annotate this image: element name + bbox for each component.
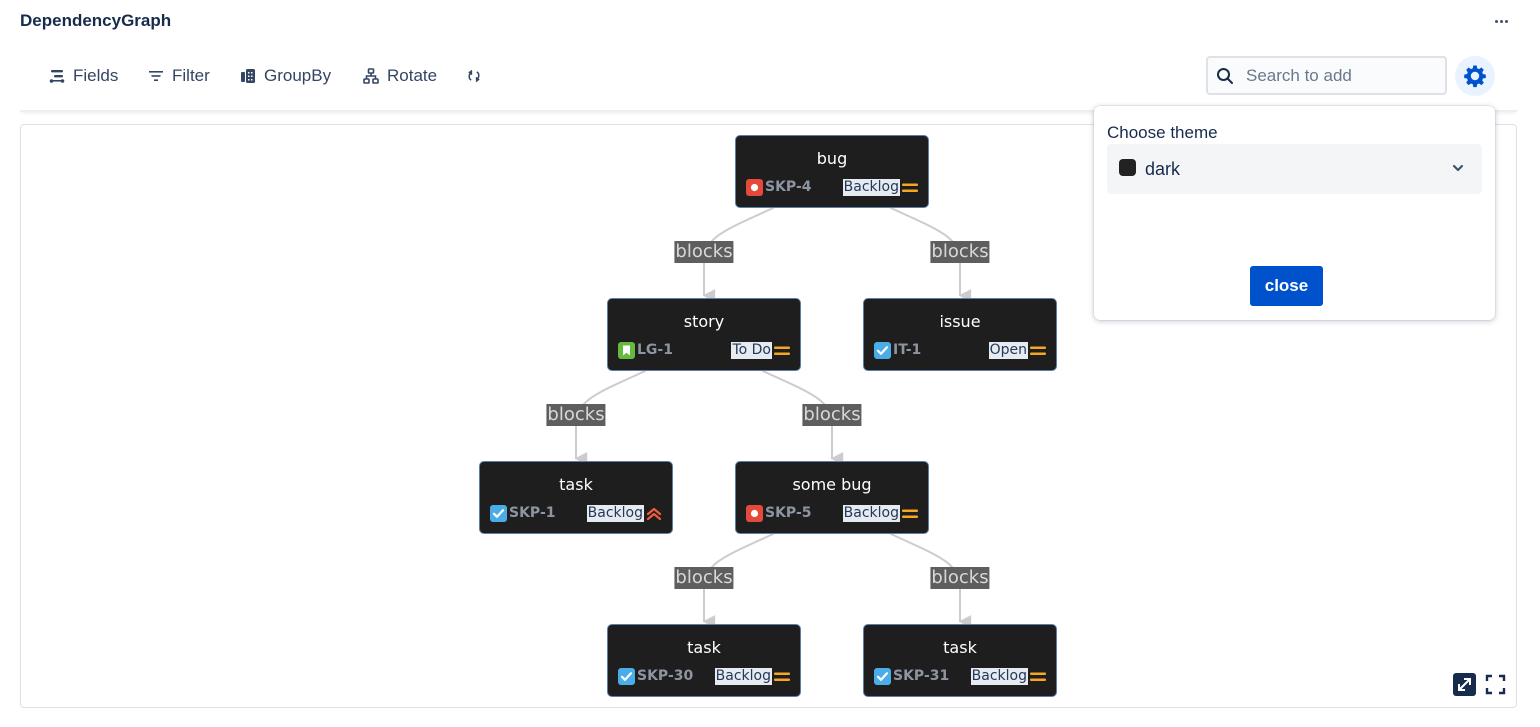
node-key[interactable]: SKP-4 xyxy=(765,179,812,196)
refresh-icon xyxy=(468,69,480,83)
theme-swatch xyxy=(1119,159,1136,176)
fit-to-screen-icon xyxy=(1458,678,1471,691)
edge-label: blocks xyxy=(930,567,990,589)
groupby-button[interactable]: GroupBy xyxy=(240,62,331,90)
graph-node[interactable]: issue IT-1 Open xyxy=(863,297,1057,371)
node-title: bug xyxy=(816,148,848,168)
fields-button[interactable]: Fields xyxy=(49,62,118,90)
more-options-button[interactable] xyxy=(1488,10,1514,32)
settings-button[interactable] xyxy=(1455,56,1495,96)
node-title: task xyxy=(687,637,721,657)
task-type-icon xyxy=(874,341,891,359)
graph-node[interactable]: some bug SKP-5 Backlog xyxy=(735,460,929,534)
node-title: task xyxy=(559,474,593,494)
graph-node[interactable]: story LG-1 To Do xyxy=(607,297,801,371)
theme-popup: Choose theme dark close xyxy=(1094,106,1495,320)
fields-icon xyxy=(49,70,65,83)
priority-high-icon xyxy=(646,506,662,521)
task-type-icon xyxy=(490,504,507,522)
edge-label: blocks xyxy=(930,241,990,263)
task-type-icon xyxy=(618,667,635,685)
dot xyxy=(1504,19,1508,23)
node-status: Backlog xyxy=(586,504,644,522)
node-status: Backlog xyxy=(970,667,1028,685)
graph-node[interactable]: task SKP-1 Backlog xyxy=(479,460,673,534)
filter-icon xyxy=(149,71,163,81)
groupby-label: GroupBy xyxy=(264,66,332,85)
theme-select[interactable]: dark xyxy=(1107,144,1482,194)
node-title: story xyxy=(683,311,725,331)
node-key[interactable]: SKP-31 xyxy=(893,668,949,685)
close-button[interactable]: close xyxy=(1250,266,1323,306)
hierarchy-icon xyxy=(363,68,379,84)
refresh-button[interactable] xyxy=(466,62,482,90)
node-title: issue xyxy=(939,311,981,331)
fit-to-screen-button[interactable] xyxy=(1453,673,1476,696)
filter-button[interactable]: Filter xyxy=(148,62,210,90)
node-status: Backlog xyxy=(714,667,772,685)
fullscreen-button[interactable] xyxy=(1484,673,1507,696)
graph-node[interactable]: task SKP-30 Backlog xyxy=(607,623,801,697)
node-key[interactable]: SKP-1 xyxy=(509,505,556,522)
edge-label: blocks xyxy=(546,404,606,426)
gear-icon xyxy=(1464,65,1486,88)
rotate-button[interactable]: Rotate xyxy=(363,62,437,90)
node-key[interactable]: IT-1 xyxy=(893,342,921,359)
priority-medium-icon xyxy=(902,506,918,521)
node-status: Backlog xyxy=(842,178,900,196)
theme-label: Choose theme xyxy=(1107,123,1218,142)
node-status: To Do xyxy=(731,341,772,359)
fields-label: Fields xyxy=(73,66,119,85)
node-status: Backlog xyxy=(842,504,900,522)
edge-label: blocks xyxy=(802,404,862,426)
dot xyxy=(1499,19,1503,23)
node-key[interactable]: LG-1 xyxy=(637,342,673,359)
node-title: task xyxy=(943,637,977,657)
node-key[interactable]: SKP-30 xyxy=(637,668,693,685)
chevron-down-icon xyxy=(1452,164,1464,172)
priority-medium-icon xyxy=(774,669,790,684)
edge-label: blocks xyxy=(674,241,734,263)
bug-type-icon xyxy=(746,178,763,196)
rotate-label: Rotate xyxy=(387,66,438,85)
bug-type-icon xyxy=(746,504,763,522)
priority-medium-icon xyxy=(1030,669,1046,684)
app-title: DependencyGraph xyxy=(20,11,172,30)
groupby-icon xyxy=(241,69,255,83)
node-status: Open xyxy=(988,341,1028,359)
priority-medium-icon xyxy=(774,343,790,358)
node-title: some bug xyxy=(792,474,872,494)
priority-medium-icon xyxy=(902,180,918,195)
search-field[interactable] xyxy=(1206,56,1447,95)
filter-label: Filter xyxy=(172,66,210,85)
story-type-icon xyxy=(618,341,635,359)
graph-node[interactable]: task SKP-31 Backlog xyxy=(863,623,1057,697)
more-horizontal-icon xyxy=(1494,19,1498,23)
search-input[interactable] xyxy=(1246,65,1426,86)
fullscreen-icon xyxy=(1485,674,1506,695)
graph-node[interactable]: bug SKP-4 Backlog xyxy=(735,134,929,208)
task-type-icon xyxy=(874,667,891,685)
priority-medium-icon xyxy=(1030,343,1046,358)
edge-label: blocks xyxy=(674,567,734,589)
node-key[interactable]: SKP-5 xyxy=(765,505,812,522)
search-icon xyxy=(1217,67,1233,84)
theme-selected-value: dark xyxy=(1145,159,1181,179)
